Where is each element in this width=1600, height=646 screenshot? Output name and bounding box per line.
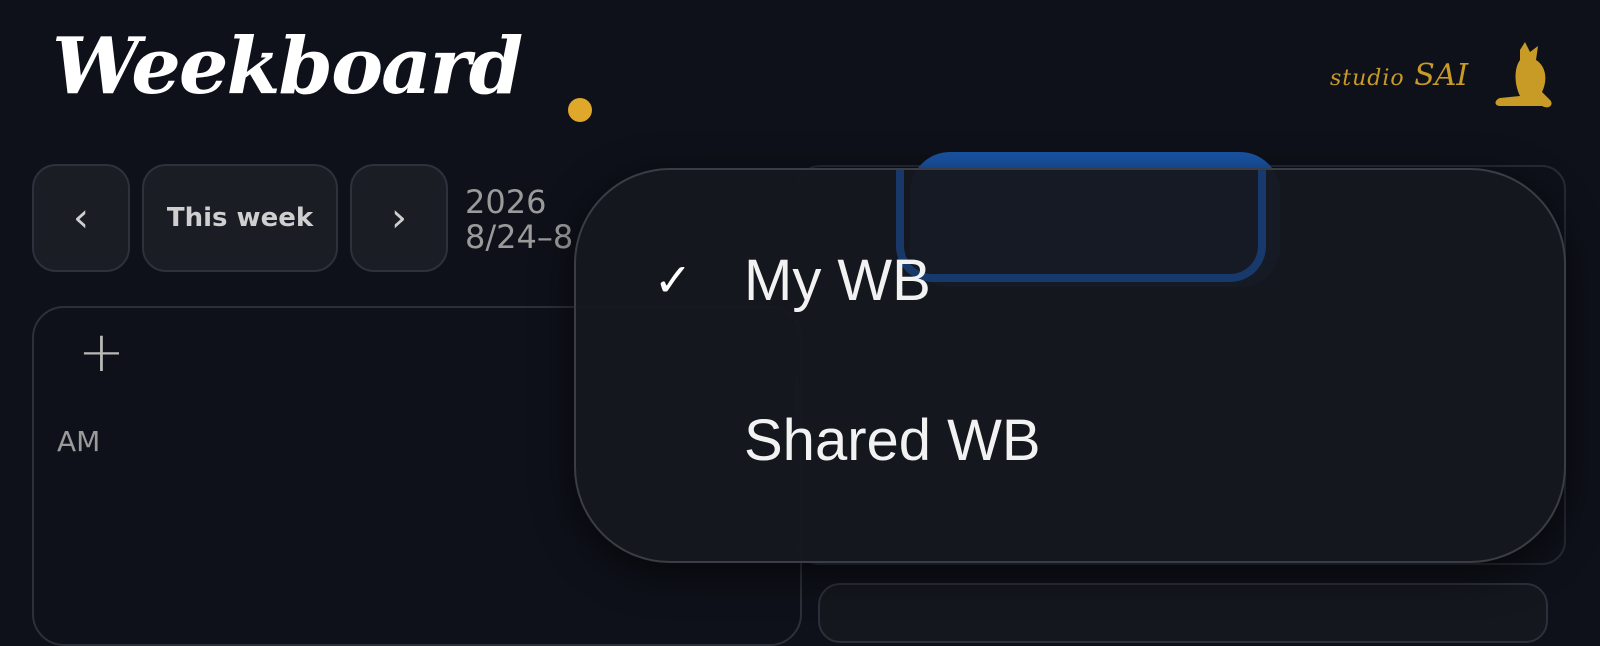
app-logo: Weekboard bbox=[52, 21, 523, 112]
day-card[interactable] bbox=[818, 583, 1548, 643]
logo-dot bbox=[568, 98, 592, 122]
studio-sai-wordmark: studio SAI bbox=[1330, 58, 1469, 93]
studio-sai-logo: studio SAI bbox=[1330, 42, 1560, 120]
menu-item-label: My WB bbox=[744, 247, 931, 313]
add-event-button[interactable]: + bbox=[78, 325, 125, 381]
am-label: AM bbox=[57, 425, 101, 458]
board-selector-menu: ✓ My WB Shared WB bbox=[574, 168, 1566, 563]
prev-week-button[interactable]: ‹ bbox=[32, 164, 130, 272]
menu-item-shared-wb[interactable]: Shared WB bbox=[576, 380, 1564, 500]
this-week-button[interactable]: This week bbox=[142, 164, 338, 272]
menu-item-label: Shared WB bbox=[744, 407, 1041, 473]
next-week-button[interactable]: › bbox=[350, 164, 448, 272]
checkmark-icon: ✓ bbox=[653, 253, 693, 307]
cat-logo-icon bbox=[1495, 42, 1552, 108]
menu-item-my-wb[interactable]: ✓ My WB bbox=[576, 220, 1564, 340]
week-year: 2026 bbox=[465, 183, 547, 221]
week-range: 8/24–8 bbox=[465, 218, 574, 256]
